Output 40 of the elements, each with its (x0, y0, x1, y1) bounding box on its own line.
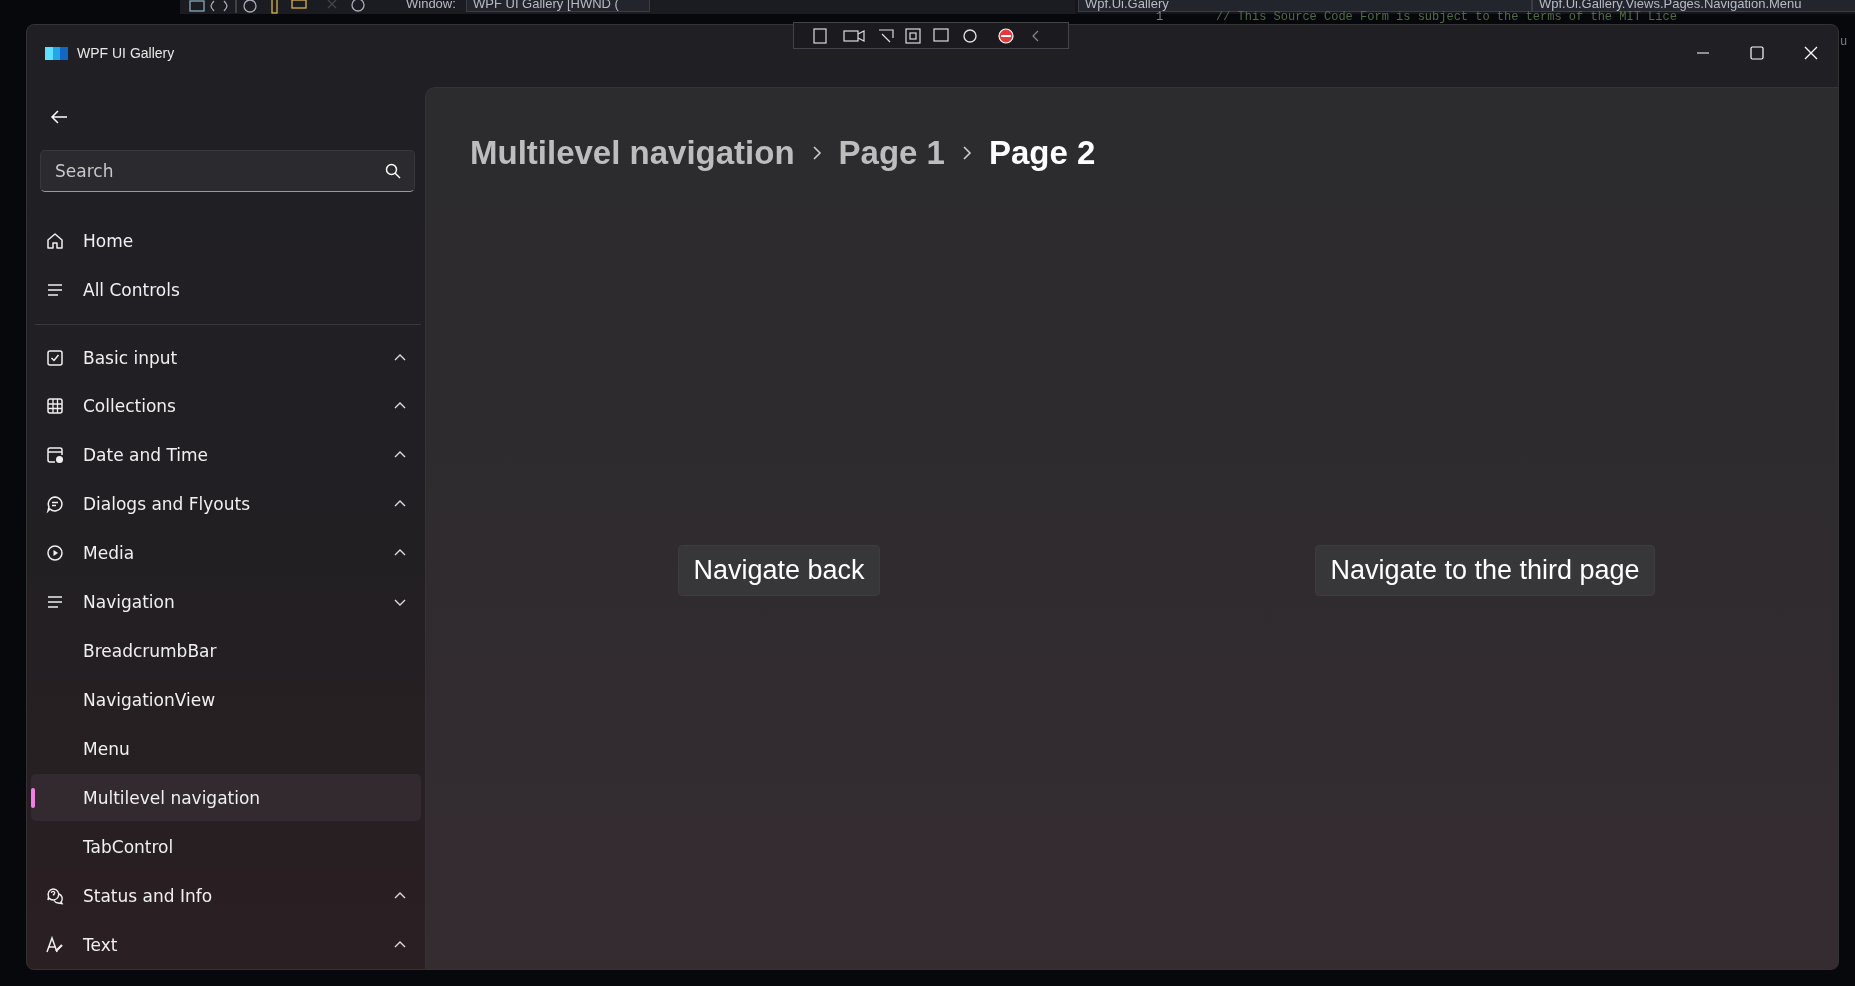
nav-item[interactable]: Menu (31, 725, 421, 773)
close-icon (1804, 46, 1818, 60)
code-line: // This Source Code Form is subject to the terms of the MIT Lice (1216, 11, 1677, 23)
nav-group-item[interactable]: Basic input (31, 334, 421, 381)
window-title: WPF UI Gallery (77, 45, 175, 61)
navigate-button[interactable]: Navigate back (678, 545, 880, 596)
chevron-right-icon (810, 145, 823, 161)
nav-item[interactable]: NavigationView (31, 676, 421, 724)
nav-group-item[interactable]: Dialogs and Flyouts (31, 480, 421, 528)
chevron-right-icon (960, 145, 973, 161)
grid-icon (45, 396, 65, 417)
nav-item[interactable]: Home (31, 217, 421, 265)
nav-item[interactable]: All Controls (31, 266, 421, 314)
search-icon[interactable] (385, 163, 401, 180)
breadcrumb-item[interactable]: Multilevel navigation (470, 134, 795, 172)
calendar-icon (45, 445, 65, 466)
nav-group-item[interactable]: Status and Info (31, 872, 421, 920)
nav-group-item[interactable]: Collections (31, 383, 421, 430)
nav-item[interactable]: TabControl (31, 823, 421, 871)
navigate-button[interactable]: Navigate to the third page (1315, 545, 1655, 596)
code-text: u (1840, 36, 1848, 48)
nav-group-item[interactable]: Date and Time (31, 431, 421, 479)
maximize-icon (1750, 46, 1764, 60)
nav-group-item[interactable]: Navigation (31, 578, 421, 626)
back-arrow-icon (50, 108, 68, 125)
app-logo-icon (45, 46, 68, 60)
checkbox-icon (45, 347, 65, 368)
home-icon (45, 230, 65, 251)
line-number: 1 (1156, 11, 1164, 23)
search-field[interactable]: Search (40, 150, 415, 193)
nav-item[interactable]: BreadcrumbBar (31, 627, 421, 675)
breadcrumb-item[interactable]: Page 2 (988, 134, 1096, 172)
breadcrumb-item[interactable]: Page 1 (838, 134, 945, 172)
play-icon (45, 543, 65, 564)
text-pen-icon (45, 934, 65, 955)
chat-question-icon (45, 885, 65, 906)
nav-group-item[interactable]: Media (31, 529, 421, 577)
nav-item[interactable]: Multilevel navigation (31, 774, 421, 822)
chat-icon (45, 494, 65, 515)
nav-group-item[interactable]: Text (31, 921, 421, 969)
